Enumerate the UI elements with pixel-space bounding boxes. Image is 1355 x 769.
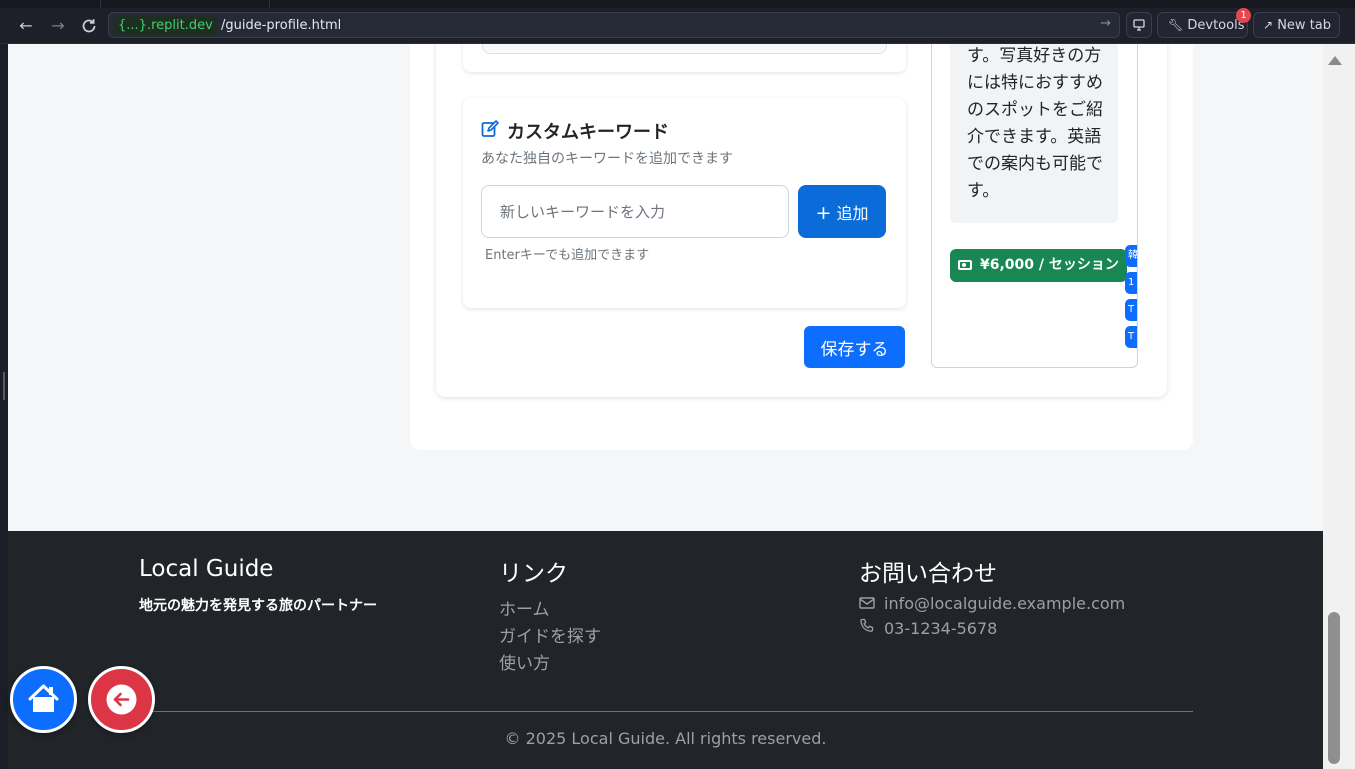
language-tag: 韓 <box>1125 245 1137 267</box>
back-floating-button[interactable] <box>88 666 155 733</box>
plus-icon: + <box>815 201 832 224</box>
previous-field <box>482 44 887 54</box>
language-tag: T <box>1125 326 1137 348</box>
custom-keyword-title: カスタムキーワード <box>507 122 669 143</box>
browser-tab-strip <box>0 0 1355 8</box>
footer-divider <box>139 711 1193 712</box>
enter-hint: Enterキーでも追加できます <box>485 248 650 263</box>
side-panel-edge <box>0 44 8 769</box>
footer-tagline: 地元の魅力を発見する旅のパートナー <box>139 598 377 614</box>
resize-handle[interactable] <box>3 372 5 400</box>
url-domain: {...}.replit.dev <box>113 16 218 35</box>
language-tag: 1 <box>1125 272 1137 294</box>
address-bar[interactable]: {...}.replit.dev /guide-profile.html → <box>108 12 1120 38</box>
footer-copyright: © 2025 Local Guide. All rights reserved. <box>504 729 827 748</box>
footer-link-find-guide[interactable]: ガイドを探す <box>499 622 601 647</box>
language-tag: T <box>1125 299 1137 321</box>
home-floating-button[interactable] <box>10 666 77 733</box>
previous-section-card <box>463 44 906 72</box>
envelope-icon <box>859 597 875 609</box>
site-footer: Local Guide 地元の魅力を発見する旅のパートナー リンク ホーム ガイ… <box>8 531 1323 769</box>
url-path: /guide-profile.html <box>221 18 342 33</box>
footer-links-heading: リンク <box>499 561 568 587</box>
scroll-thumb[interactable] <box>1328 612 1340 764</box>
footer-link-how-to[interactable]: 使い方 <box>499 649 550 674</box>
cash-icon <box>958 260 972 270</box>
custom-keyword-subtitle: あなた独自のキーワードを追加できます <box>481 151 733 167</box>
footer-phone-text: 03-1234-5678 <box>884 619 998 638</box>
devtools-badge: 1 <box>1236 8 1251 23</box>
home-icon <box>28 684 59 712</box>
screen-icon[interactable] <box>1126 12 1152 38</box>
pencil-square-icon <box>481 120 499 137</box>
footer-phone[interactable]: 03-1234-5678 <box>859 618 997 638</box>
forward-nav-icon[interactable]: → <box>47 15 69 37</box>
back-nav-icon[interactable]: ← <box>15 15 37 37</box>
scroll-up-arrow-icon[interactable] <box>1328 56 1342 65</box>
external-link-icon: ↗ <box>1263 18 1274 32</box>
footer-email[interactable]: info@localguide.example.com <box>859 594 1125 613</box>
add-keyword-label: 追加 <box>836 203 869 223</box>
go-arrow-icon[interactable]: → <box>1100 16 1111 31</box>
devtools-button[interactable]: 🔧︎ Devtools 1 <box>1157 8 1251 38</box>
new-tab-button[interactable]: ↗ New tab <box>1253 12 1340 38</box>
new-keyword-input[interactable] <box>481 185 789 238</box>
footer-link-home[interactable]: ホーム <box>499 595 550 620</box>
devtools-label: Devtools <box>1187 18 1245 33</box>
reload-icon[interactable] <box>78 15 100 37</box>
page-viewport: カスタムキーワード あなた独自のキーワードを追加できます + 追加 Enterキ… <box>8 44 1323 769</box>
price-badge: ¥6,000 / セッション <box>950 249 1127 282</box>
wrench-icon: 🔧︎ <box>1168 18 1184 32</box>
page-scrollbar[interactable] <box>1323 44 1355 769</box>
save-button[interactable]: 保存する <box>804 326 905 368</box>
new-tab-label: New tab <box>1277 18 1332 33</box>
footer-brand: Local Guide <box>139 556 274 582</box>
browser-toolbar: ← → {...}.replit.dev /guide-profile.html… <box>0 8 1355 44</box>
add-keyword-button[interactable]: + 追加 <box>798 185 886 238</box>
telephone-icon <box>860 618 874 632</box>
footer-contact-heading: お問い合わせ <box>859 561 997 587</box>
price-text: ¥6,000 / セッション <box>980 257 1119 273</box>
preview-description: す。写真好きの方には特におすすめのスポットをご紹介できます。英語での案内も可能で… <box>950 44 1118 223</box>
custom-keyword-card: カスタムキーワード あなた独自のキーワードを追加できます + 追加 Enterキ… <box>463 98 906 308</box>
arrow-left-icon <box>106 684 137 715</box>
guide-preview-card: す。写真好きの方には特におすすめのスポットをご紹介できます。英語での案内も可能で… <box>931 44 1138 368</box>
footer-email-text: info@localguide.example.com <box>884 594 1126 613</box>
